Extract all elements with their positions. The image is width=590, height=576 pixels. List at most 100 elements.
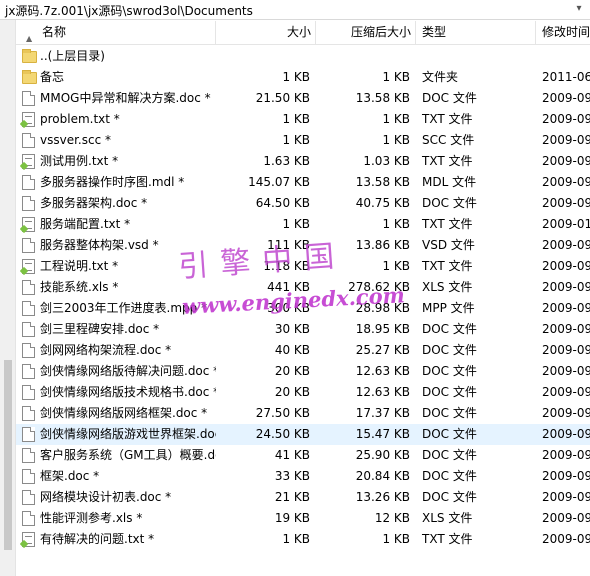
file-size: 1.63 KB (263, 154, 310, 168)
file-row[interactable]: 有待解决的问题.txt * 1 KB 1 KB TXT 文件 2009-09 (16, 529, 590, 550)
file-compressed-size: 25.90 KB (355, 448, 410, 462)
file-icon (22, 238, 35, 253)
file-name: 服务器整体构架.vsd * (40, 238, 159, 252)
file-row[interactable]: 剑侠情缘网络版待解决问题.doc * 20 KB 12.63 KB DOC 文件 200… (16, 361, 590, 382)
file-row[interactable]: 多服务器操作时序图.mdl * 145.07 KB 13.58 KB MDL 文件 20… (16, 172, 590, 193)
file-size: 21 KB (274, 490, 310, 504)
header-name[interactable]: ▲ 名称 (16, 21, 216, 44)
file-date: 2009-09 (542, 112, 590, 126)
file-date: 2009-09 (542, 406, 590, 420)
header-type[interactable]: 类型 (416, 21, 536, 44)
file-type: TXT 文件 (422, 532, 473, 546)
folder-icon (22, 49, 37, 63)
file-name-cell: 性能评测参考.xls * (20, 508, 216, 529)
file-row[interactable]: 客户服务系统（GM工具）概要.doc * 41 KB 25.90 KB DOC 文件 2… (16, 445, 590, 466)
file-row[interactable]: 服务器整体构架.vsd * 111 KB 13.86 KB VSD 文件 2009-09 (16, 235, 590, 256)
file-type: TXT 文件 (422, 154, 473, 168)
file-icon (22, 490, 35, 505)
file-date: 2009-09 (542, 364, 590, 378)
file-size: 41 KB (274, 448, 310, 462)
file-name: 多服务器操作时序图.mdl * (40, 175, 185, 189)
file-name: 剑三2003年工作进度表.mpp * (40, 301, 208, 315)
left-scroll-strip[interactable] (0, 20, 16, 576)
file-name: 剑侠情缘网络版游戏世界框架.doc * (40, 427, 216, 441)
file-date: 2009-09 (542, 301, 590, 315)
file-type: SCC 文件 (422, 133, 475, 147)
file-size: 111 KB (267, 238, 310, 252)
header-date[interactable]: 修改时间 (536, 21, 590, 44)
file-row[interactable]: 剑三里程碑安排.doc * 30 KB 18.95 KB DOC 文件 2009-09 (16, 319, 590, 340)
file-size: 1 KB (282, 532, 310, 546)
file-type: TXT 文件 (422, 259, 473, 273)
file-name: 备忘 (40, 70, 65, 84)
file-type: DOC 文件 (422, 364, 477, 378)
file-row[interactable]: 备忘 1 KB 1 KB 文件夹 2011-06 (16, 67, 590, 88)
file-row[interactable]: 性能评测参考.xls * 19 KB 12 KB XLS 文件 2009-09 (16, 508, 590, 529)
file-icon (22, 196, 35, 211)
file-row[interactable]: vssver.scc * 1 KB 1 KB SCC 文件 2009-09 (16, 130, 590, 151)
file-size: 441 KB (267, 280, 310, 294)
file-name: 网络模块设计初表.doc * (40, 490, 172, 504)
file-size: 64.50 KB (255, 196, 310, 210)
header-compressed-size[interactable]: 压缩后大小 (316, 21, 416, 44)
file-row[interactable]: 测试用例.txt * 1.63 KB 1.03 KB TXT 文件 2009-09 (16, 151, 590, 172)
file-row[interactable]: 剑侠情缘网络版技术规格书.doc * 20 KB 12.63 KB DOC 文件 200… (16, 382, 590, 403)
scrollbar-thumb[interactable] (4, 360, 12, 550)
file-row[interactable]: 剑三2003年工作进度表.mpp * 300 KB 28.98 KB MPP 文件 20… (16, 298, 590, 319)
file-size: 300 KB (267, 301, 310, 315)
file-name: 测试用例.txt * (40, 154, 119, 168)
file-row[interactable]: 服务端配置.txt * 1 KB 1 KB TXT 文件 2009-01 (16, 214, 590, 235)
file-icon (22, 385, 35, 400)
file-name-cell: 技能系统.xls * (20, 277, 216, 298)
path-bar[interactable]: jx源码.7z.001\jx源码\swrod3ol\Documents ▾ (0, 0, 590, 20)
file-type: DOC 文件 (422, 91, 477, 105)
file-type: XLS 文件 (422, 280, 473, 294)
path-dropdown-icon[interactable]: ▾ (572, 1, 586, 17)
file-icon (22, 91, 35, 106)
file-row[interactable]: 技能系统.xls * 441 KB 278.62 KB XLS 文件 2009-09 (16, 277, 590, 298)
file-date: 2009-09 (542, 511, 590, 525)
file-row[interactable]: 剑侠情缘网络版游戏世界框架.doc * 24.50 KB 15.47 KB DOC 文… (16, 424, 590, 445)
file-row[interactable]: 网络模块设计初表.doc * 21 KB 13.26 KB DOC 文件 2009-09 (16, 487, 590, 508)
file-row[interactable]: MMOG中异常和解决方案.doc * 21.50 KB 13.58 KB DOC 文件… (16, 88, 590, 109)
folder-icon (22, 70, 37, 84)
file-compressed-size: 13.26 KB (355, 490, 410, 504)
file-type: 文件夹 (422, 70, 459, 84)
header-size[interactable]: 大小 (216, 21, 316, 44)
file-name-cell: ..(上层目录) (20, 46, 216, 67)
file-row[interactable]: 剑侠情缘网络版网络框架.doc * 27.50 KB 17.37 KB DOC 文件 2… (16, 403, 590, 424)
file-size: 145.07 KB (248, 175, 310, 189)
file-type: DOC 文件 (422, 343, 477, 357)
file-compressed-size: 13.58 KB (355, 91, 410, 105)
file-row[interactable]: 工程说明.txt * 1.18 KB 1 KB TXT 文件 2009-09 (16, 256, 590, 277)
file-name: 服务端配置.txt * (40, 217, 131, 231)
file-date: 2009-09 (542, 469, 590, 483)
file-row[interactable]: ..(上层目录) (16, 46, 590, 67)
file-row[interactable]: problem.txt * 1 KB 1 KB TXT 文件 2009-09 (16, 109, 590, 130)
file-name: 客户服务系统（GM工具）概要.doc * (40, 448, 216, 462)
file-type: TXT 文件 (422, 217, 473, 231)
file-compressed-size: 1 KB (382, 532, 410, 546)
file-compressed-size: 28.98 KB (355, 301, 410, 315)
file-date: 2009-09 (542, 385, 590, 399)
file-size: 33 KB (274, 469, 310, 483)
file-row[interactable]: 剑网网络构架流程.doc * 40 KB 25.27 KB DOC 文件 2009-09 (16, 340, 590, 361)
file-icon (22, 301, 35, 316)
file-date: 2009-09 (542, 280, 590, 294)
file-row[interactable]: 框架.doc * 33 KB 20.84 KB DOC 文件 2009-09 (16, 466, 590, 487)
header-name-label: 名称 (42, 25, 67, 39)
file-date: 2009-09 (542, 133, 590, 147)
file-name-cell: MMOG中异常和解决方案.doc * (20, 88, 216, 109)
file-date: 2009-09 (542, 175, 590, 189)
file-row[interactable]: 多服务器架构.doc * 64.50 KB 40.75 KB DOC 文件 2009-0… (16, 193, 590, 214)
file-type: VSD 文件 (422, 238, 475, 252)
file-name-cell: 客户服务系统（GM工具）概要.doc * (20, 445, 216, 466)
file-compressed-size: 13.86 KB (355, 238, 410, 252)
file-icon (22, 448, 35, 463)
file-date: 2009-09 (542, 532, 590, 546)
file-name-cell: vssver.scc * (20, 130, 216, 151)
file-name-cell: 网络模块设计初表.doc * (20, 487, 216, 508)
file-name: 工程说明.txt * (40, 259, 119, 273)
file-list: ..(上层目录) 备忘 1 KB 1 KB 文件夹 2011-06 MMOG中异常和解决方案… (16, 46, 590, 550)
text-file-icon (22, 259, 35, 274)
